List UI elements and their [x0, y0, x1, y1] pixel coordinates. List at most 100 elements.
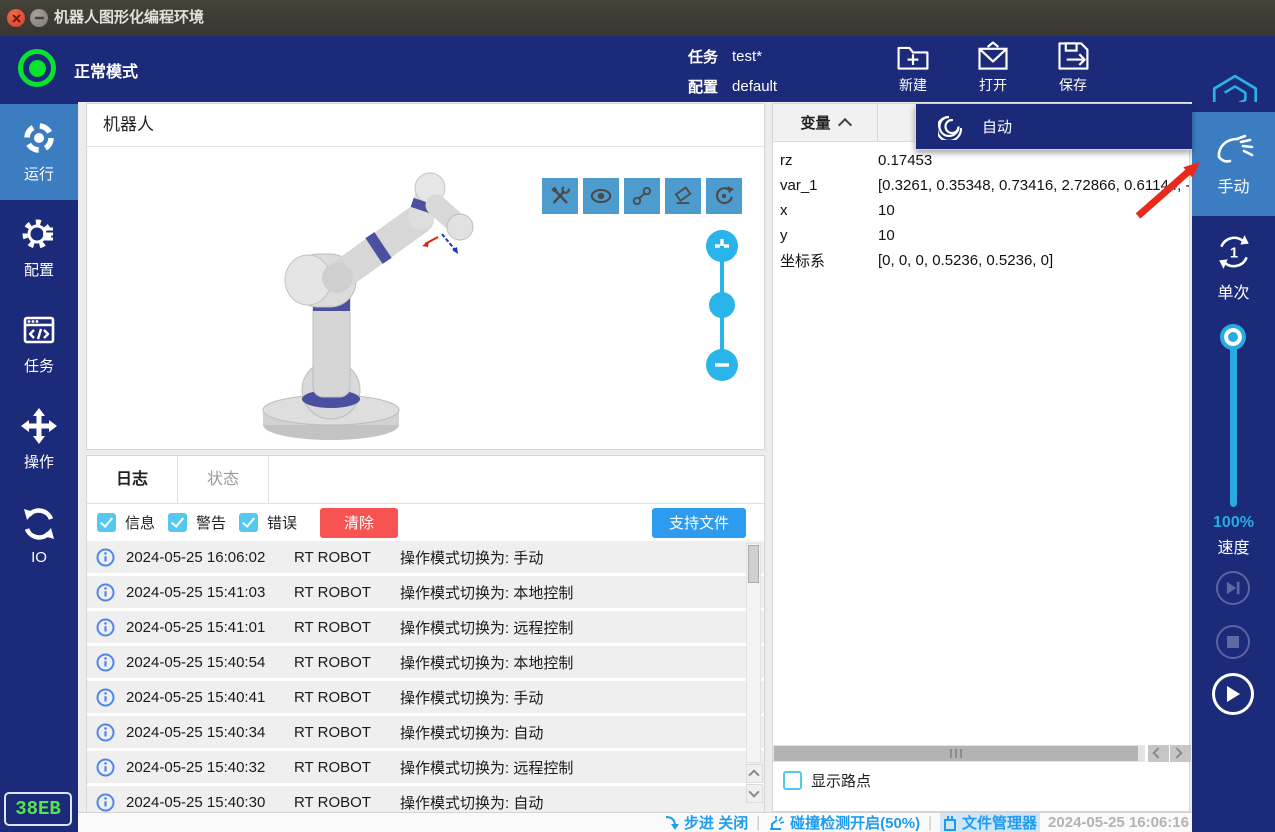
visibility-button[interactable]: [583, 178, 619, 214]
log-scrollbar[interactable]: [746, 543, 761, 763]
eraser-icon: [671, 184, 695, 208]
tab-status[interactable]: 状态: [178, 456, 269, 503]
step-mode-status[interactable]: 步进 关闭: [664, 812, 748, 832]
single-run-label: 单次: [1217, 279, 1249, 303]
log-row[interactable]: 2024-05-25 15:41:01 RT ROBOT 操作模式切换为: 远程…: [87, 611, 764, 643]
info-icon: [96, 548, 115, 567]
tools-button[interactable]: [542, 178, 578, 214]
io-cycle-icon: [21, 506, 57, 542]
scroll-down-button[interactable]: [746, 784, 763, 803]
minimize-icon[interactable]: [30, 9, 48, 27]
filter-error-label: 错误: [267, 512, 297, 533]
log-time: 2024-05-25 15:40:30: [126, 794, 294, 811]
filter-error-checkbox[interactable]: [239, 513, 258, 532]
right-sidebar: 手动 1 单次 100% 速度: [1192, 102, 1275, 832]
show-waypoints-checkbox[interactable]: [783, 771, 802, 790]
log-source: RT ROBOT: [294, 549, 400, 566]
robot-3d-view[interactable]: [87, 147, 764, 450]
clear-log-button[interactable]: 清除: [320, 508, 398, 538]
table-row[interactable]: rz 0.17453: [773, 148, 1189, 173]
scroll-up-button[interactable]: [746, 764, 763, 783]
step-forward-button[interactable]: [1216, 571, 1250, 605]
save-button[interactable]: 保存: [1037, 39, 1109, 101]
log-row[interactable]: 2024-05-25 15:41:03 RT ROBOT 操作模式切换为: 本地…: [87, 576, 764, 608]
variable-name: x: [773, 202, 878, 219]
log-row[interactable]: 2024-05-25 15:40:54 RT ROBOT 操作模式切换为: 本地…: [87, 646, 764, 678]
log-row[interactable]: 2024-05-25 15:40:32 RT ROBOT 操作模式切换为: 远程…: [87, 751, 764, 783]
robot-panel-title: 机器人: [87, 104, 764, 147]
log-row[interactable]: 2024-05-25 15:40:30 RT ROBOT 操作模式切换为: 自动: [87, 786, 764, 814]
info-icon: [96, 758, 115, 777]
variable-name: 坐标系: [773, 250, 878, 271]
log-source: RT ROBOT: [294, 759, 400, 776]
zoom-slider-handle[interactable]: [709, 292, 735, 318]
single-run-button[interactable]: 1 单次: [1192, 216, 1275, 320]
info-icon: [96, 618, 115, 637]
sidebar-item-operate[interactable]: 操作: [0, 392, 78, 488]
sidebar-item-io[interactable]: IO: [0, 488, 78, 584]
topbar: 正常模式 任务 test* 配置 default 新建 打开: [0, 36, 1275, 102]
filter-warning-checkbox[interactable]: [168, 513, 187, 532]
table-row[interactable]: 坐标系 [0, 0, 0, 0.5236, 0.5236, 0]: [773, 248, 1189, 273]
show-waypoints-row: 显示路点: [783, 770, 871, 791]
log-time: 2024-05-25 15:41:01: [126, 619, 294, 636]
mode-label: 正常模式: [74, 58, 138, 82]
log-row[interactable]: 2024-05-25 15:40:41 RT ROBOT 操作模式切换为: 手动: [87, 681, 764, 713]
table-row[interactable]: x 10: [773, 198, 1189, 223]
auto-mode-label: 自动: [982, 116, 1012, 137]
task-row: 任务 test*: [688, 46, 762, 67]
log-source: RT ROBOT: [294, 724, 400, 741]
play-button[interactable]: [1212, 673, 1254, 715]
zoom-out-button[interactable]: [706, 349, 738, 381]
file-manager-button[interactable]: 文件管理器: [940, 813, 1040, 832]
log-message: 操作模式切换为: 本地控制: [400, 652, 573, 673]
collision-detection-status[interactable]: 碰撞检测开启(50%): [768, 812, 920, 832]
show-waypoints-label: 显示路点: [811, 770, 871, 791]
log-time: 2024-05-25 15:40:54: [126, 654, 294, 671]
variables-tab[interactable]: 变量: [773, 104, 878, 141]
view-toolbar: [542, 178, 742, 214]
hscrollbar-thumb[interactable]: [774, 746, 1138, 761]
support-file-button[interactable]: 支持文件: [652, 508, 746, 538]
variables-hscrollbar[interactable]: [773, 745, 1145, 762]
table-row[interactable]: var_1 [0.3261, 0.35348, 0.73416, 2.72866…: [773, 173, 1189, 198]
filter-info-checkbox[interactable]: [97, 513, 116, 532]
config-row: 配置 default: [688, 76, 777, 97]
log-list: 2024-05-25 16:06:02 RT ROBOT 操作模式切换为: 手动…: [87, 541, 764, 814]
separator: |: [928, 814, 932, 831]
log-message: 操作模式切换为: 手动: [400, 547, 543, 568]
speed-slider-track[interactable]: [1230, 334, 1237, 507]
open-button[interactable]: 打开: [957, 39, 1029, 101]
log-source: RT ROBOT: [294, 619, 400, 636]
mode-dropdown-item-auto[interactable]: 自动: [915, 104, 1192, 150]
table-row[interactable]: y 10: [773, 223, 1189, 248]
new-button[interactable]: 新建: [877, 39, 949, 101]
speed-slider-handle[interactable]: [1220, 324, 1246, 350]
scroll-right-button[interactable]: [1170, 745, 1191, 762]
status-bar: 步进 关闭 | 碰撞检测开启(50%) | 文件管理器 2024-05-25 1…: [78, 812, 1192, 832]
log-scrollbar-thumb[interactable]: [748, 545, 759, 583]
manual-mode-button[interactable]: 手动: [1192, 112, 1275, 216]
path-button[interactable]: [624, 178, 660, 214]
sidebar-item-run[interactable]: 运行: [0, 104, 78, 200]
reset-view-button[interactable]: [706, 178, 742, 214]
play-icon: [1224, 684, 1242, 704]
tab-log[interactable]: 日志: [87, 456, 178, 503]
scroll-left-button[interactable]: [1148, 745, 1169, 762]
log-message: 操作模式切换为: 手动: [400, 687, 543, 708]
variable-value: 0.17453: [878, 152, 1189, 169]
log-row[interactable]: 2024-05-25 15:40:34 RT ROBOT 操作模式切换为: 自动: [87, 716, 764, 748]
close-icon[interactable]: [7, 9, 25, 27]
log-row[interactable]: 2024-05-25 16:06:02 RT ROBOT 操作模式切换为: 手动: [87, 541, 764, 573]
sidebar-item-config[interactable]: 配置: [0, 200, 78, 296]
filter-info-label: 信息: [125, 512, 155, 533]
log-filter-row: 信息 警告 错误 清除 支持文件: [87, 504, 764, 541]
info-icon: [96, 723, 115, 742]
eraser-button[interactable]: [665, 178, 701, 214]
sidebar-item-task[interactable]: 任务: [0, 296, 78, 392]
log-message: 操作模式切换为: 远程控制: [400, 757, 573, 778]
robot-panel: 机器人: [86, 103, 765, 450]
stop-button[interactable]: [1216, 625, 1250, 659]
eye-icon: [589, 184, 613, 208]
variable-name: rz: [773, 152, 878, 169]
